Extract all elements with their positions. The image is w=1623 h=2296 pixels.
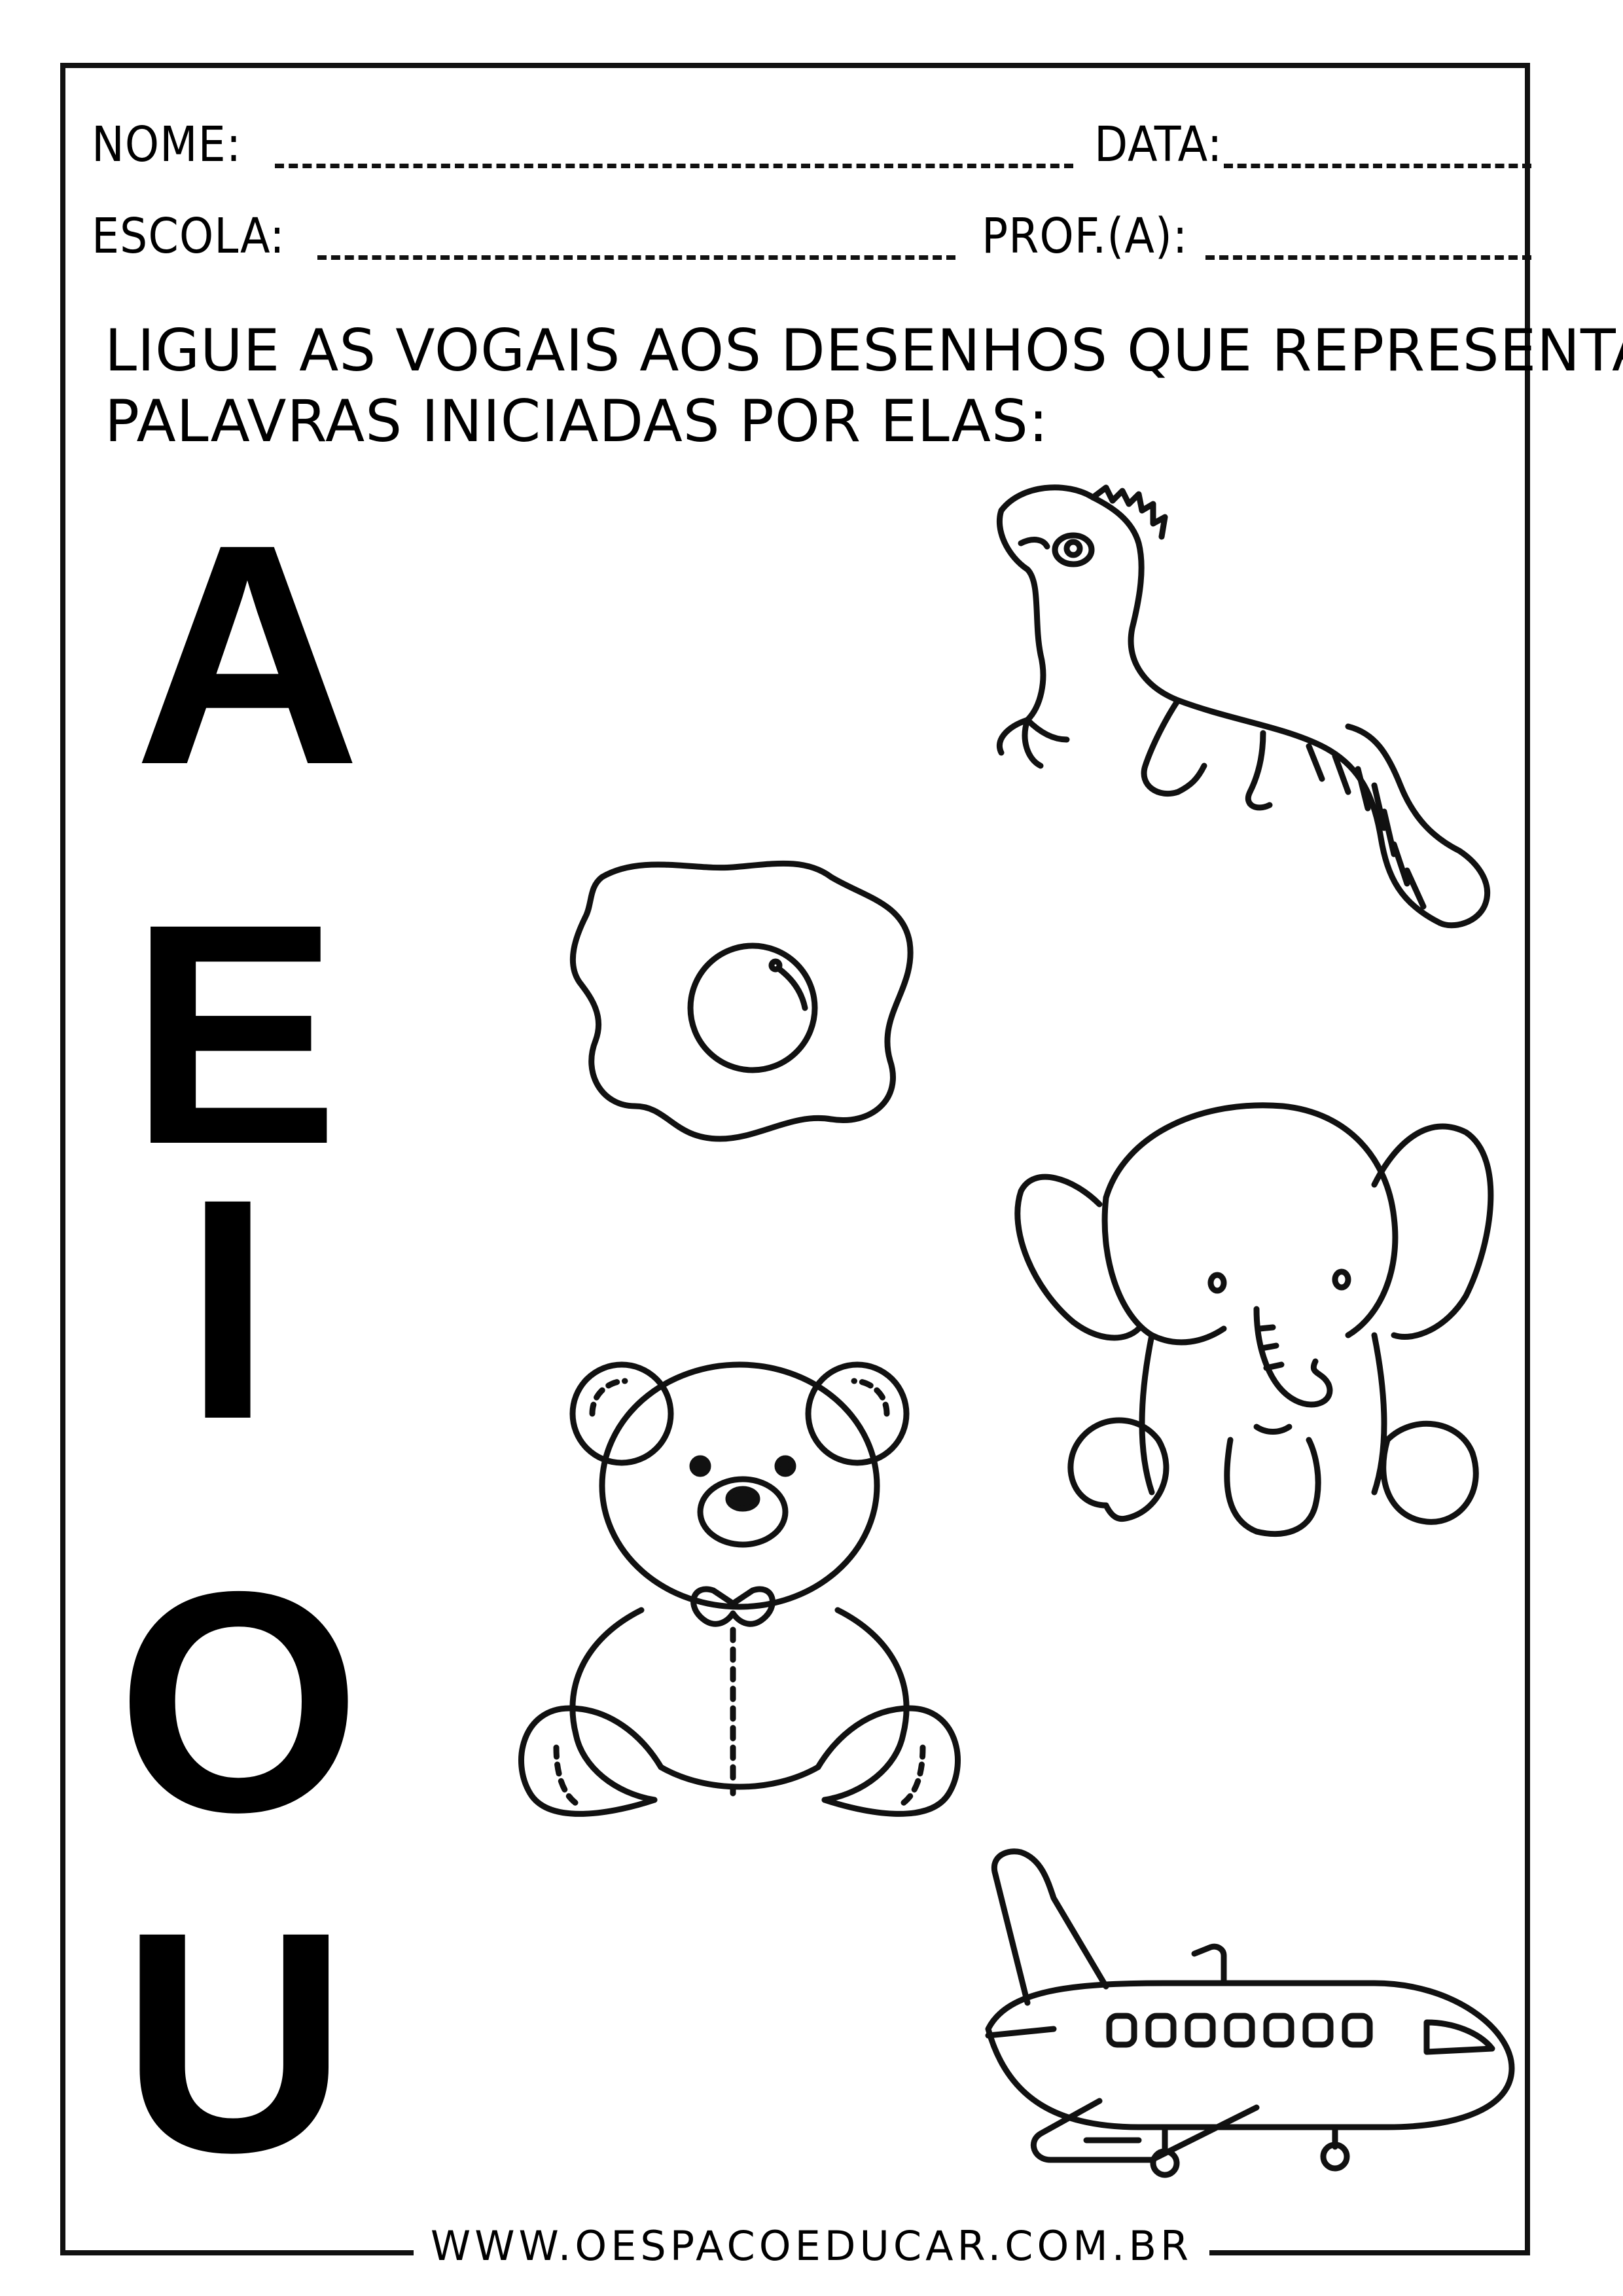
fried-egg-icon[interactable] [563,851,929,1158]
vowel-i[interactable]: I [77,1152,378,1466]
name-field[interactable] [275,164,1073,168]
elephant-icon[interactable] [1008,1034,1505,1590]
teddy-bear-icon[interactable] [510,1342,982,1839]
instruction-line-1: LIGUE AS VOGAIS AOS DESENHOS QUE REPRESE… [105,317,1623,384]
airplane-icon[interactable] [969,1833,1531,2179]
teacher-label: PROF.(A): [982,208,1188,264]
iguana-icon[interactable] [982,471,1544,942]
name-label: NOME: [92,117,242,173]
school-label: ESCOLA: [92,208,285,264]
footer-website[interactable]: WWW.OESPACOEDUCAR.COM.BR [413,2222,1210,2270]
date-label: DATA: [1094,117,1223,173]
footer: WWW.OESPACOEDUCAR.COM.BR [0,2222,1623,2270]
vowel-o[interactable]: O [88,1545,389,1859]
vowel-a[interactable]: A [97,497,398,812]
instruction-line-2: PALAVRAS INICIADAS POR ELAS: [105,387,1049,455]
teacher-field[interactable] [1205,255,1531,260]
school-field[interactable] [317,255,955,260]
date-field[interactable] [1224,164,1531,168]
vowel-u[interactable]: U [84,1885,385,2199]
